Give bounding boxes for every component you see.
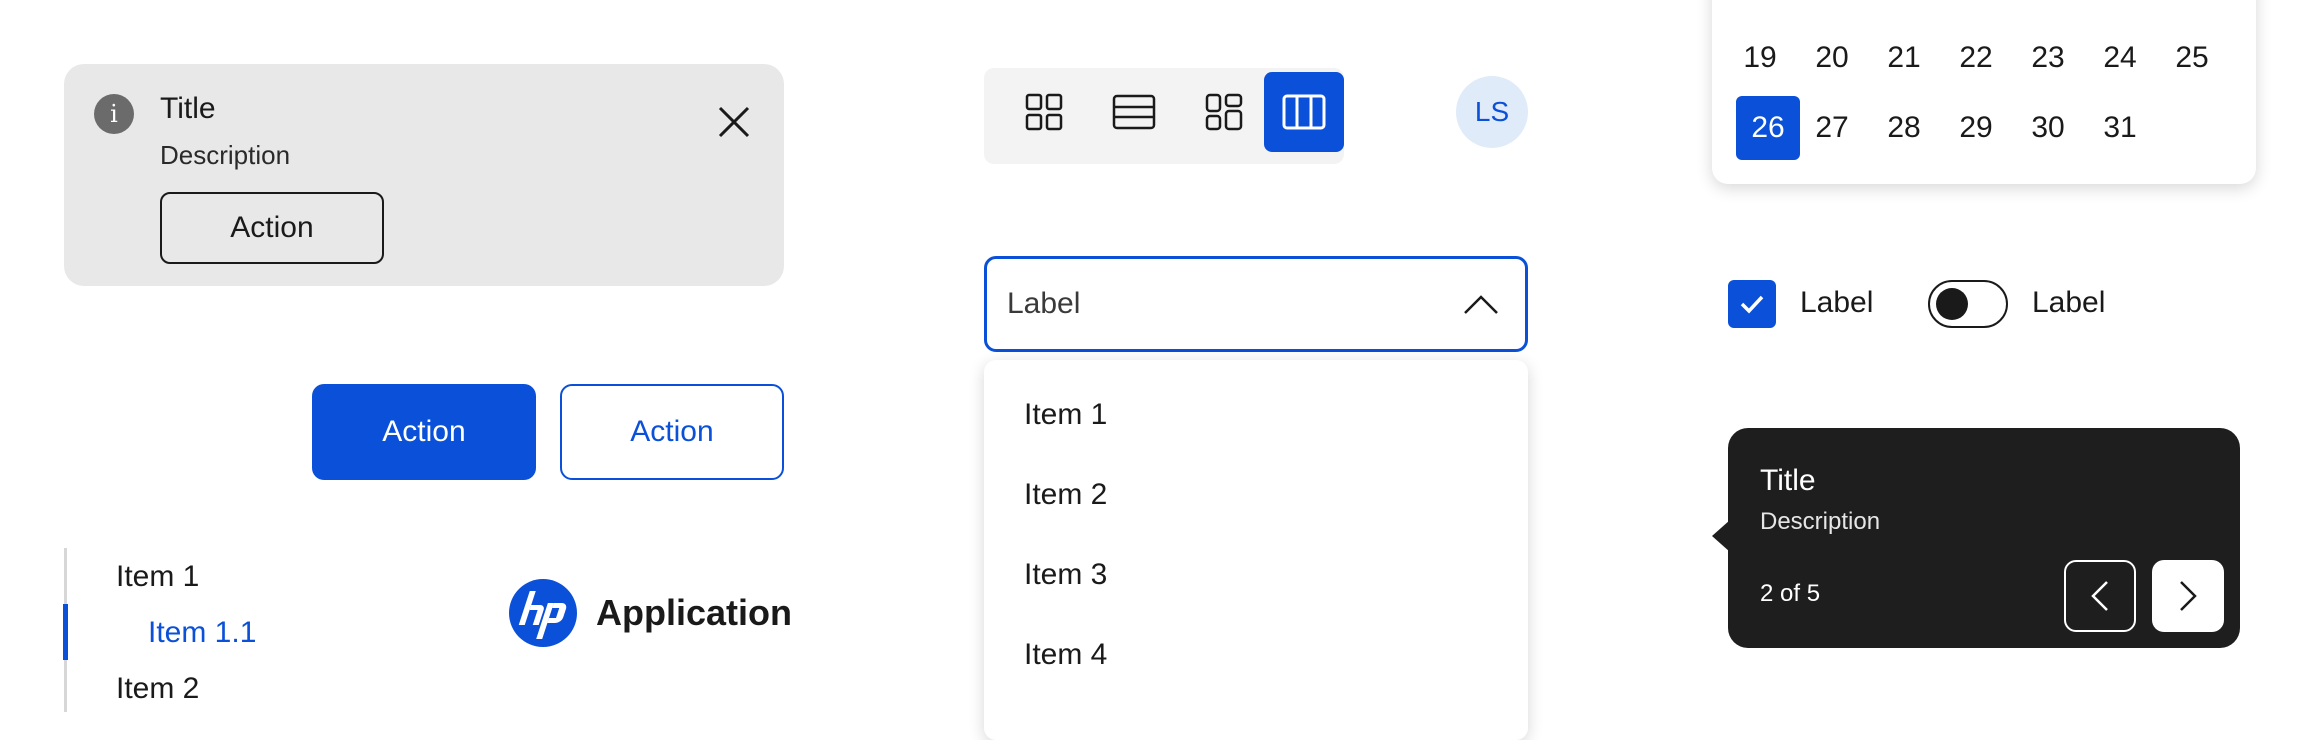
notification-description: Description xyxy=(160,140,291,170)
tooltip-previous-button[interactable] xyxy=(2064,560,2136,632)
calendar-day[interactable]: 31 xyxy=(2088,96,2152,160)
side-nav-item-2[interactable]: Item 2 xyxy=(116,672,199,706)
checkbox[interactable] xyxy=(1728,280,1776,328)
check-icon xyxy=(1740,295,1764,314)
grid-view-icon[interactable] xyxy=(1004,72,1084,152)
notification-title: Title xyxy=(160,92,216,125)
calendar-day[interactable]: 24 xyxy=(2088,26,2152,90)
side-nav-item-1[interactable]: Item 1 xyxy=(116,560,199,594)
tooltip-next-button[interactable] xyxy=(2152,560,2224,632)
side-nav-item-1-1[interactable]: Item 1.1 xyxy=(148,616,256,650)
select-label: Label xyxy=(1007,287,1081,320)
chevron-right-icon xyxy=(2180,581,2197,611)
info-icon: i xyxy=(94,94,134,134)
chevron-up-icon xyxy=(1463,289,1499,319)
column-view-icon[interactable] xyxy=(1264,72,1344,152)
calendar-day[interactable]: 22 xyxy=(1944,26,2008,90)
avatar[interactable]: LS xyxy=(1456,76,1528,148)
side-nav-active-indicator xyxy=(63,604,68,660)
calendar-day[interactable]: 19 xyxy=(1728,26,1792,90)
dropdown-option[interactable]: Item 2 xyxy=(1024,478,1107,512)
calendar-day[interactable]: 23 xyxy=(2016,26,2080,90)
calendar-day[interactable]: 30 xyxy=(2016,96,2080,160)
application-name: Application xyxy=(596,592,792,633)
dropdown-option[interactable]: Item 1 xyxy=(1024,398,1107,432)
list-view-icon[interactable] xyxy=(1094,72,1174,152)
calendar-day[interactable]: 27 xyxy=(1800,96,1864,160)
close-icon[interactable] xyxy=(714,102,754,142)
inline-notification: i Title Description Action xyxy=(64,64,784,286)
calendar-day-selected[interactable]: 26 xyxy=(1736,96,1800,160)
notification-action-button[interactable]: Action xyxy=(160,192,384,264)
tooltip-step-counter: 2 of 5 xyxy=(1760,580,1821,607)
calendar-day[interactable]: 29 xyxy=(1944,96,2008,160)
calendar-day[interactable]: 20 xyxy=(1800,26,1864,90)
tooltip-title: Title xyxy=(1760,464,1816,497)
calendar-day[interactable]: 25 xyxy=(2160,26,2224,90)
calendar-day[interactable]: 28 xyxy=(1872,96,1936,160)
hp-logo xyxy=(508,578,578,648)
primary-action-button[interactable]: Action xyxy=(312,384,536,480)
dropdown-option[interactable]: Item 3 xyxy=(1024,558,1107,592)
select-dropdown-menu: Item 1 Item 2 Item 3 Item 4 xyxy=(984,360,1528,740)
chevron-left-icon xyxy=(2091,581,2108,611)
toggle-knob xyxy=(1936,288,1968,320)
select-field[interactable]: Label xyxy=(984,256,1528,352)
tile-view-icon[interactable] xyxy=(1184,72,1264,152)
calendar-day[interactable]: 21 xyxy=(1872,26,1936,90)
calendar-popup: 19 20 21 22 23 24 25 26 27 28 29 30 31 xyxy=(1712,0,2256,184)
dropdown-option[interactable]: Item 4 xyxy=(1024,638,1107,672)
checkbox-label[interactable]: Label xyxy=(1800,286,1873,320)
tooltip-description: Description xyxy=(1760,508,1881,535)
coachmark-tooltip: Title Description 2 of 5 xyxy=(1728,428,2240,648)
secondary-action-button[interactable]: Action xyxy=(560,384,784,480)
toggle-label[interactable]: Label xyxy=(2032,286,2105,320)
